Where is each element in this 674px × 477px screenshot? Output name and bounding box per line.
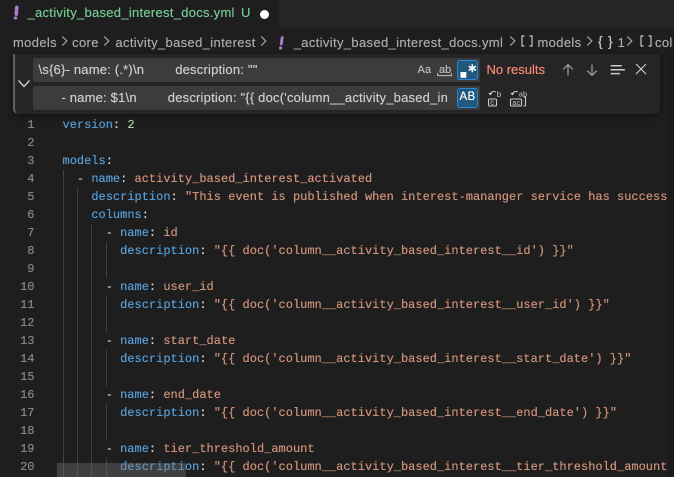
- svg-text:c: c: [490, 98, 494, 107]
- svg-text:ac: ac: [512, 98, 520, 107]
- svg-text:b: b: [496, 90, 501, 99]
